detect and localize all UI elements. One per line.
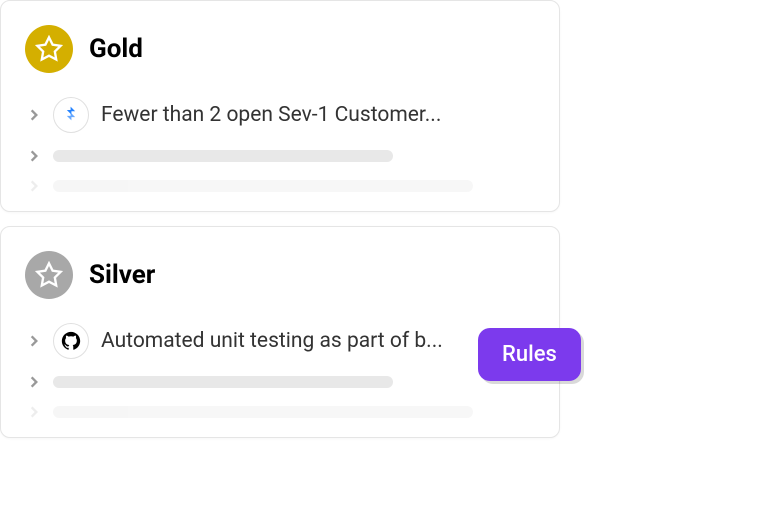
skeleton-row: [25, 179, 535, 193]
skeleton-placeholder: [53, 376, 393, 388]
skeleton-placeholder: [53, 406, 473, 418]
chevron-right-icon[interactable]: [27, 108, 41, 122]
rule-row[interactable]: Automated unit testing as part of b...: [25, 323, 535, 359]
rules-badge[interactable]: Rules: [478, 328, 581, 381]
chevron-right-icon[interactable]: [27, 149, 41, 163]
skeleton-row: [25, 405, 535, 419]
chevron-right-icon: [27, 179, 41, 193]
chevron-right-icon: [27, 405, 41, 419]
skeleton-placeholder: [53, 180, 473, 192]
skeleton-row: [25, 149, 535, 163]
skeleton-row: [25, 375, 535, 389]
card-header: Silver: [25, 251, 535, 299]
silver-tier-card: Silver Automated unit testing as part of…: [0, 226, 560, 438]
chevron-right-icon[interactable]: [27, 334, 41, 348]
jira-icon: [53, 97, 89, 133]
chevron-right-icon[interactable]: [27, 375, 41, 389]
rule-text: Automated unit testing as part of b...: [101, 329, 535, 353]
rule-row[interactable]: Fewer than 2 open Sev-1 Customer...: [25, 97, 535, 133]
card-header: Gold: [25, 25, 535, 73]
gold-tier-card: Gold Fewer than 2 open Sev-1 Customer...: [0, 0, 560, 212]
rule-text: Fewer than 2 open Sev-1 Customer...: [101, 103, 535, 127]
tier-title: Gold: [89, 34, 143, 64]
skeleton-placeholder: [53, 150, 393, 162]
github-icon: [53, 323, 89, 359]
tier-title: Silver: [89, 260, 155, 290]
gold-star-icon: [25, 25, 73, 73]
silver-star-icon: [25, 251, 73, 299]
